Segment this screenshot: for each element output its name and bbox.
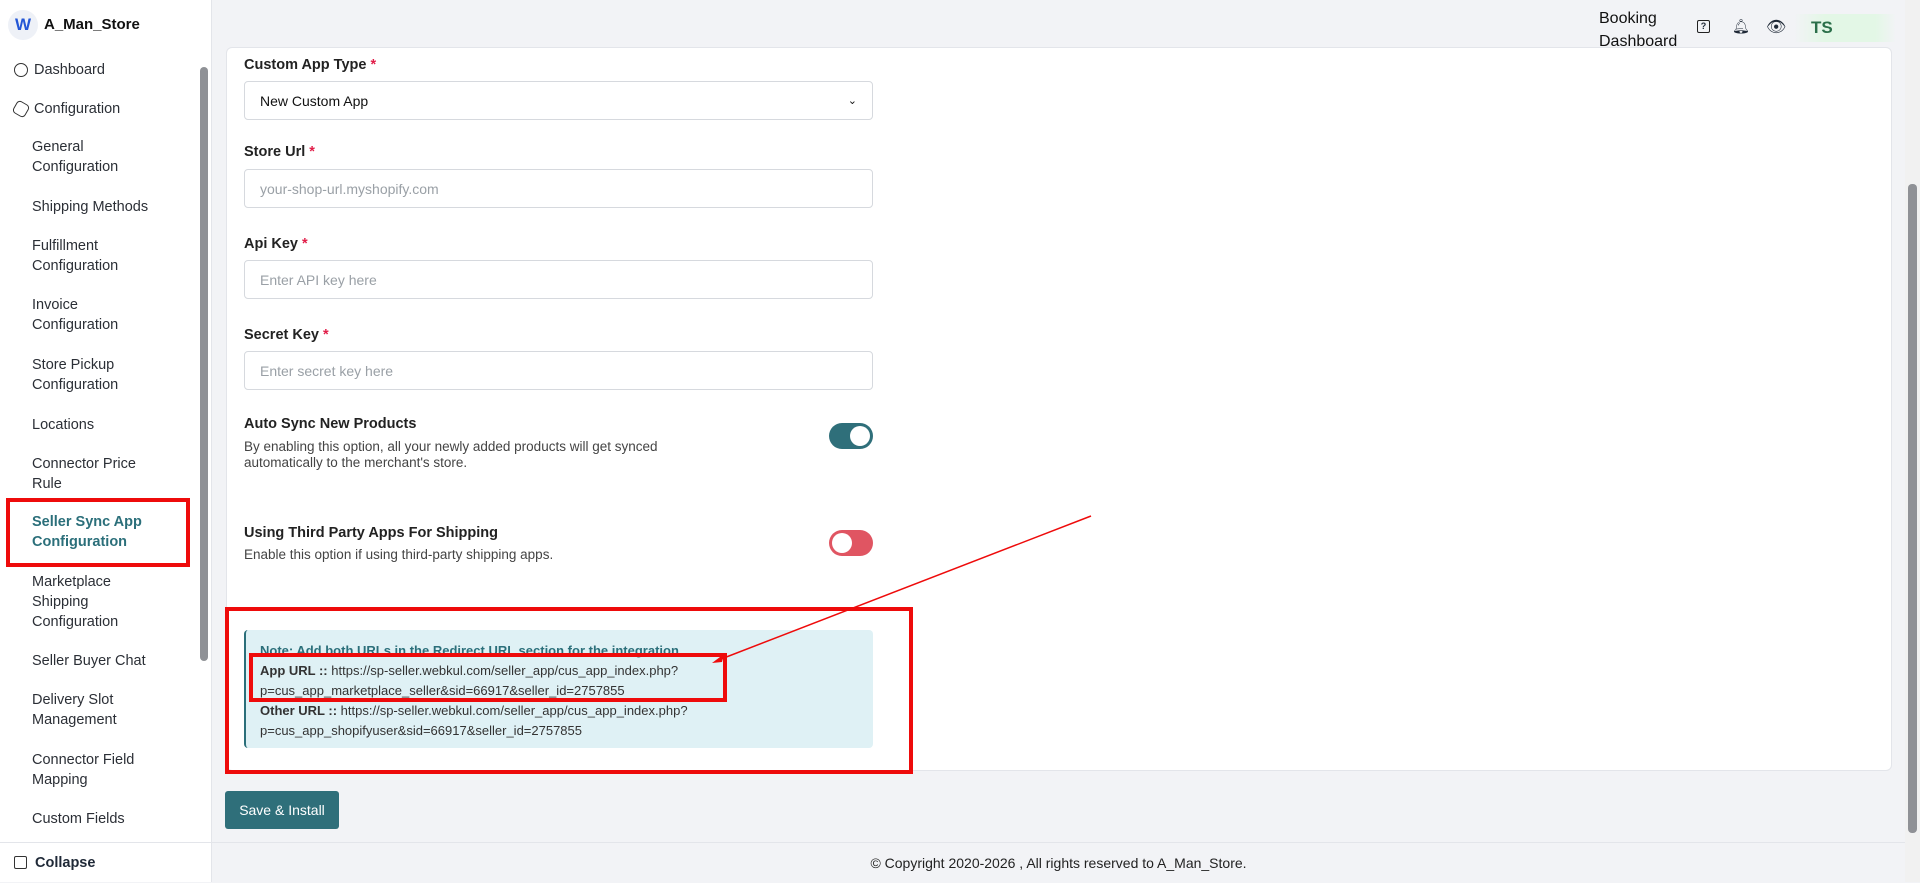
footer-copyright: © Copyright 2020-2026 , All rights reser…	[212, 842, 1905, 882]
page-scrollbar[interactable]	[1905, 0, 1920, 882]
annotation-arrow	[712, 515, 1092, 663]
save-install-button[interactable]: Save & Install	[225, 791, 339, 829]
